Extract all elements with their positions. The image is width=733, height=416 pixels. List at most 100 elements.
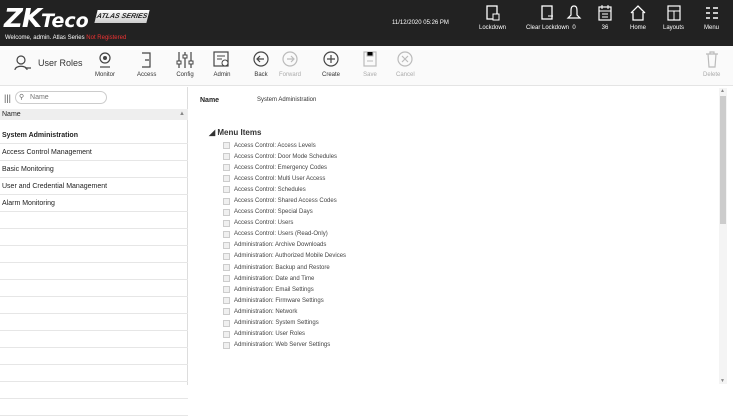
menu-item: Administration: User Roles (223, 329, 346, 340)
menu-item-checkbox[interactable] (223, 341, 230, 349)
search-input[interactable] (15, 91, 108, 104)
menu-item: Access Control: Users (Read-Only) (223, 229, 346, 240)
menu-item-label: Administration: Authorized Mobile Device… (234, 253, 347, 260)
menu-item-label: Administration: Firmware Settings (234, 297, 324, 304)
welcome-message: Welcome, admin. Atlas Series Not Registe… (5, 35, 127, 41)
menu-item-checkbox[interactable] (223, 175, 230, 183)
menu-items-header[interactable]: ◢ Menu Items (209, 128, 261, 137)
lockdown-icon (485, 5, 500, 21)
alerts-icon (566, 5, 582, 19)
admin-button[interactable]: Admin (213, 51, 231, 78)
list-item[interactable] (0, 399, 188, 416)
menu-item-checkbox[interactable] (223, 319, 230, 327)
list-item[interactable] (0, 212, 188, 229)
alerts-button[interactable]: 0 (566, 5, 582, 31)
home-button[interactable]: Home (630, 5, 646, 31)
role-detail-panel: Name System Administration ◢ Menu Items … (189, 87, 733, 385)
scroll-down-icon[interactable]: ▼ (720, 378, 725, 384)
name-value: System Administration (257, 97, 317, 103)
list-item[interactable]: Basic Monitoring (0, 161, 188, 178)
access-icon (141, 52, 151, 68)
menu-item-checkbox[interactable] (223, 142, 230, 150)
menu-item: Administration: System Settings (223, 318, 346, 329)
menu-button[interactable]: Menu (704, 5, 719, 31)
home-icon (630, 5, 646, 21)
back-arrow-icon (253, 51, 269, 67)
columns-icon[interactable]: ||| (4, 93, 11, 103)
clear-lockdown-button[interactable]: Clear Lockdown (526, 5, 569, 31)
menu-item-label: Administration: Email Settings (234, 286, 314, 293)
menu-item-label: Access Control: Access Levels (234, 142, 316, 149)
save-button[interactable]: Save (362, 51, 378, 78)
cancel-button[interactable]: Cancel (396, 51, 415, 78)
role-list-panel: ||| ⚲ Name▲ System AdministrationAccess … (0, 87, 188, 416)
menu-item-checkbox[interactable] (223, 264, 230, 272)
column-header-name[interactable]: Name ▲ (0, 109, 188, 120)
menu-item-checkbox[interactable] (223, 164, 230, 172)
list-item[interactable] (0, 246, 188, 263)
menu-item: Administration: Authorized Mobile Device… (223, 251, 346, 262)
delete-button[interactable]: Delete (703, 51, 720, 78)
layouts-button[interactable]: Layouts (663, 5, 684, 31)
toolbar: User Roles Monitor Access Config Admin B… (0, 46, 733, 86)
menu-item: Access Control: Emergency Codes (223, 162, 346, 173)
menu-item-checkbox[interactable] (223, 219, 230, 227)
list-item[interactable]: Access Control Management (0, 144, 188, 161)
menu-item: Administration: Backup and Restore (223, 262, 346, 273)
menu-item-checkbox[interactable] (223, 153, 230, 161)
list-item[interactable]: User and Credential Management (0, 178, 188, 195)
menu-item-label: Access Control: Emergency Codes (234, 164, 328, 171)
menu-item-checkbox[interactable] (223, 297, 230, 305)
datetime-display: 11/12/2020 05:26 PM (392, 20, 449, 26)
create-button[interactable]: Create (322, 51, 340, 78)
events-button[interactable]: 36 (598, 5, 612, 31)
sort-arrow-icon: ▲ (179, 111, 185, 117)
menu-item: Access Control: Shared Access Codes (223, 195, 346, 206)
menu-item-checkbox[interactable] (223, 230, 230, 238)
menu-item-label: Access Control: Schedules (234, 186, 306, 193)
menu-item: Administration: Email Settings (223, 284, 346, 295)
plus-icon (323, 51, 339, 67)
events-icon (598, 5, 612, 21)
search-bar: ||| ⚲ (4, 91, 108, 104)
trash-icon (705, 51, 718, 68)
menu-item-label: Administration: Archive Downloads (234, 242, 327, 249)
scrollbar-thumb[interactable] (720, 96, 726, 224)
menu-item-label: Access Control: Special Days (234, 209, 313, 216)
list-item[interactable] (0, 331, 188, 348)
list-item[interactable] (0, 314, 188, 331)
menu-item-checkbox[interactable] (223, 241, 230, 249)
top-bar: ZKTeco ATLAS SERIES Welcome, admin. Atla… (0, 0, 733, 46)
back-button[interactable]: Back (253, 51, 269, 78)
menu-item-checkbox[interactable] (223, 186, 230, 194)
menu-item-checkbox[interactable] (223, 330, 230, 338)
menu-item-checkbox[interactable] (223, 286, 230, 294)
menu-item-checkbox[interactable] (223, 308, 230, 316)
vertical-scrollbar[interactable]: ▲ ▼ (719, 88, 727, 384)
menu-item-checkbox[interactable] (223, 208, 230, 216)
forward-button[interactable]: Forward (279, 51, 301, 78)
menu-item: Administration: Firmware Settings (223, 295, 346, 306)
menu-item-checkbox[interactable] (223, 197, 230, 205)
list-item[interactable] (0, 280, 188, 297)
search-icon: ⚲ (19, 94, 25, 101)
list-item[interactable] (0, 348, 188, 365)
list-item[interactable]: System Administration (0, 127, 188, 144)
menu-item-checkbox[interactable] (223, 252, 230, 260)
menu-item-checkbox[interactable] (223, 275, 230, 283)
save-icon (363, 51, 377, 67)
scroll-up-icon[interactable]: ▲ (720, 88, 725, 94)
list-item[interactable] (0, 229, 188, 246)
list-item[interactable] (0, 263, 188, 280)
list-item[interactable] (0, 365, 188, 382)
menu-item: Access Control: Schedules (223, 184, 346, 195)
list-item[interactable]: Alarm Monitoring (0, 195, 188, 212)
menu-item: Administration: Web Server Settings (223, 340, 346, 351)
config-button[interactable]: Config (176, 51, 194, 78)
monitor-button[interactable]: Monitor (95, 51, 115, 78)
menu-item: Access Control: Multi User Access (223, 173, 346, 184)
list-item[interactable] (0, 297, 188, 314)
access-button[interactable]: Access (137, 51, 156, 78)
lockdown-button[interactable]: Lockdown (479, 5, 506, 31)
registration-status: Not Registered (86, 35, 127, 41)
